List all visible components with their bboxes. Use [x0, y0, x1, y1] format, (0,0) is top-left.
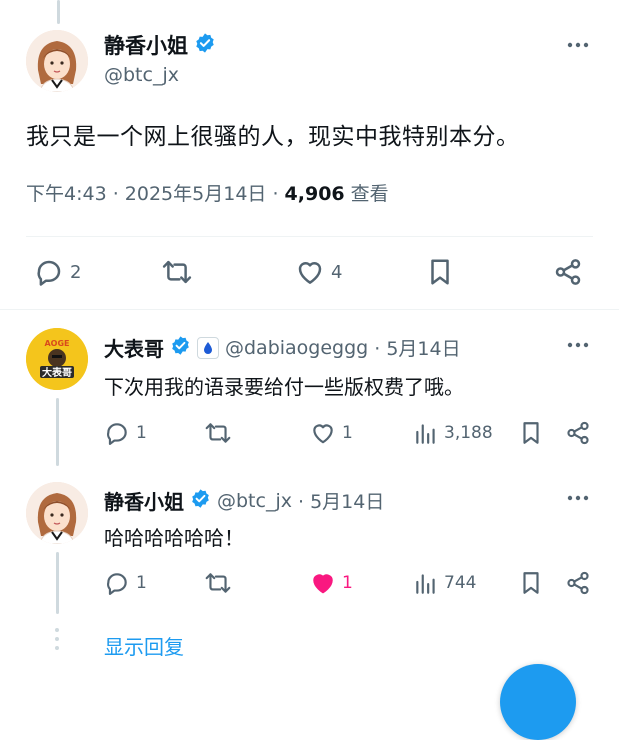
compose-fab[interactable] — [500, 664, 576, 740]
bookmark-icon — [519, 420, 543, 446]
bookmark-button[interactable] — [426, 257, 454, 287]
view-label: 查看 — [344, 183, 389, 205]
analytics-button[interactable]: 3,188 — [414, 420, 493, 446]
show-replies-link[interactable]: 显示回复 — [104, 631, 184, 660]
handle[interactable]: @dabiaogeggg — [225, 337, 368, 359]
analytics-icon — [414, 420, 438, 446]
view-count: 4,906 — [284, 183, 345, 205]
avatar[interactable]: AOGE 大表哥 — [26, 328, 88, 390]
reply-text: 下次用我的语录要给付一些版权费了哦。 — [104, 375, 464, 399]
divider — [0, 309, 619, 310]
view-count: 3,188 — [444, 423, 493, 443]
like-button[interactable]: 1 — [310, 420, 353, 446]
reply-button[interactable]: 1 — [104, 570, 147, 596]
handle[interactable]: @btc_jx — [104, 64, 179, 86]
share-icon — [565, 420, 591, 446]
avatar[interactable] — [26, 482, 88, 544]
avatar[interactable] — [26, 30, 88, 92]
verified-badge-icon — [170, 335, 191, 360]
bookmark-button[interactable] — [519, 570, 543, 596]
reply-date[interactable]: · 5月14日 — [374, 334, 460, 361]
tweet-text: 我只是一个网上很骚的人，现实中我特别本分。 — [26, 124, 520, 150]
thread-dots — [55, 628, 59, 650]
heart-filled-icon — [310, 570, 336, 596]
bookmark-button[interactable] — [519, 420, 543, 446]
divider — [26, 236, 593, 237]
svg-text:大表哥: 大表哥 — [42, 366, 72, 379]
share-icon — [565, 570, 591, 596]
analytics-icon — [414, 570, 438, 596]
reply-date[interactable]: · 5月14日 — [298, 487, 384, 514]
share-icon — [553, 257, 583, 287]
reply-icon — [104, 420, 130, 446]
handle[interactable]: @btc_jx — [217, 490, 292, 512]
svg-text:AOGE: AOGE — [44, 339, 69, 348]
like-button[interactable]: 1 — [310, 570, 353, 596]
bookmark-icon — [426, 257, 454, 287]
heart-icon — [310, 420, 336, 446]
retweet-icon — [204, 420, 232, 446]
thread-line-top — [57, 0, 60, 24]
analytics-button[interactable]: 744 — [414, 570, 476, 596]
display-name[interactable]: 大表哥 — [104, 333, 164, 362]
bookmark-icon — [519, 570, 543, 596]
retweet-button[interactable] — [204, 570, 232, 596]
like-count: 1 — [342, 423, 353, 443]
tweet-meta: 下午4:43 · 2025年5月14日 · 4,906 查看 — [26, 179, 389, 206]
reply-icon — [34, 257, 64, 287]
like-button[interactable]: 4 — [295, 257, 342, 287]
affiliate-badge-icon[interactable] — [197, 336, 219, 359]
verified-badge-icon — [194, 32, 216, 58]
more-options-icon[interactable] — [566, 33, 590, 57]
display-name[interactable]: 静香小姐 — [104, 486, 184, 515]
reply-button[interactable]: 2 — [34, 257, 81, 287]
retweet-button[interactable] — [204, 420, 232, 446]
retweet-button[interactable] — [161, 257, 193, 287]
more-options-icon[interactable] — [566, 486, 590, 510]
like-count: 1 — [342, 573, 353, 593]
timestamp[interactable]: 下午4:43 · 2025年5月14日 · — [26, 183, 285, 205]
share-button[interactable] — [553, 257, 583, 287]
thread-line — [56, 398, 59, 466]
thread-line — [56, 552, 59, 614]
reply-text: 哈哈哈哈哈哈！ — [104, 526, 244, 550]
reply-button[interactable]: 1 — [104, 420, 147, 446]
view-count: 744 — [444, 573, 477, 593]
reply-count: 2 — [70, 261, 82, 283]
reply-count: 1 — [136, 423, 147, 443]
reply-icon — [104, 570, 130, 596]
reply-count: 1 — [136, 573, 147, 593]
retweet-icon — [204, 570, 232, 596]
like-count: 4 — [331, 261, 343, 283]
more-options-icon[interactable] — [566, 333, 590, 357]
display-name[interactable]: 静香小姐 — [104, 30, 188, 60]
share-button[interactable] — [565, 570, 591, 596]
retweet-icon — [161, 257, 193, 287]
heart-icon — [295, 257, 325, 287]
share-button[interactable] — [565, 420, 591, 446]
verified-badge-icon — [190, 488, 211, 513]
